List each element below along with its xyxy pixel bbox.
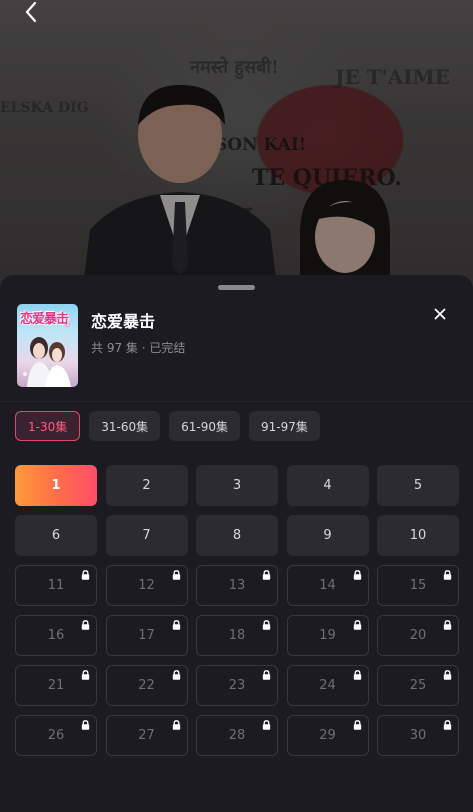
episode-button[interactable]: 9 [286,515,369,556]
episode-number: 15 [409,578,427,593]
episode-button[interactable]: 7 [105,515,188,556]
episode-number: 20 [409,628,427,643]
episode-button[interactable]: 6 [15,515,97,556]
lock-icon [172,720,180,730]
range-tab-1-30[interactable]: 1-30集 [15,411,81,441]
episode-button-locked[interactable]: 18 [196,615,278,656]
episode-button-locked[interactable]: 19 [286,615,369,656]
episode-number: 1 [51,478,61,493]
episode-number: 5 [413,478,423,493]
episode-button[interactable]: 5 [377,465,459,506]
episode-button-locked[interactable]: 12 [105,565,188,606]
drama-cover-image: 恋爱暴击 [17,304,78,387]
episode-button-locked[interactable]: 25 [377,665,459,706]
lock-icon [81,570,90,580]
episode-number: 23 [228,678,246,693]
episode-button-locked[interactable]: 11 [15,565,97,606]
episode-number: 18 [228,628,246,643]
lock-icon [172,620,180,630]
episode-number: 22 [138,678,155,693]
episode-number: 2 [142,478,151,493]
episode-number: 17 [138,628,155,643]
range-tab-31-60[interactable]: 31-60集 [89,411,161,441]
episode-number: 11 [47,578,65,593]
episode-button-locked[interactable]: 15 [377,565,459,606]
episode-number: 3 [232,478,242,493]
lock-icon [172,670,180,680]
episode-number: 26 [47,728,65,743]
lock-icon [262,620,271,630]
lock-icon [262,670,271,680]
range-tab-61-90[interactable]: 61-90集 [169,411,240,441]
lock-icon [353,620,361,630]
episode-button-locked[interactable]: 22 [105,665,188,706]
episode-button[interactable]: 4 [286,465,369,506]
episode-number: 12 [138,578,155,593]
episode-number: 25 [409,678,427,693]
episode-button-locked[interactable]: 20 [377,615,459,656]
lock-icon [353,670,361,680]
episode-number: 30 [409,728,427,743]
episode-button-locked[interactable]: 27 [105,715,188,756]
lock-icon [353,720,361,730]
episode-button-locked[interactable]: 30 [377,715,459,756]
video-dim-overlay [0,0,473,300]
episode-button-current[interactable]: 1 [15,465,97,506]
episode-button[interactable]: 8 [196,515,278,556]
episode-number: 28 [228,728,246,743]
lock-icon [262,720,271,730]
episode-range-tabs: 1-30集 31-60集 61-90集 91-97集 [15,411,320,441]
lock-icon [262,570,271,580]
episode-number: 19 [319,628,336,643]
episode-button-locked[interactable]: 16 [15,615,97,656]
lock-icon [81,670,90,680]
lock-icon [443,670,452,680]
episode-button-locked[interactable]: 23 [196,665,278,706]
chevron-left-icon [25,1,37,23]
episode-number: 7 [142,528,151,543]
episode-button-locked[interactable]: 13 [196,565,278,606]
episode-number: 8 [232,528,242,543]
video-frame: नमस्ते हुसबी! JE T'AIME ELSKA DIG SON KA… [0,0,473,300]
drama-title: 恋爱暴击 [91,312,156,331]
episode-number: 29 [319,728,336,743]
divider [0,401,473,402]
episode-number: 24 [319,678,336,693]
lock-icon [443,720,452,730]
cover-title-text: 恋爱暴击 [20,312,69,327]
episode-number: 4 [323,478,332,493]
sheet-drag-handle[interactable] [218,285,255,290]
episode-button-locked[interactable]: 28 [196,715,278,756]
episode-grid: 1 2 3 4 5 6 7 8 9 10 11 12 13 14 15 16 17 18 19 20 21 22 23 24 2… [15,465,459,756]
episode-button[interactable]: 3 [196,465,278,506]
episode-number: 9 [323,528,332,543]
close-icon [434,308,446,320]
lock-icon [443,620,452,630]
episode-number: 6 [51,528,61,543]
back-button[interactable] [18,0,46,28]
episode-button[interactable]: 2 [105,465,188,506]
episode-count-status: 共 97 集 · 已完结 [91,341,186,355]
episode-button-locked[interactable]: 26 [15,715,97,756]
episode-number: 27 [138,728,155,743]
lock-icon [172,570,180,580]
episode-number: 10 [409,528,427,543]
episode-number: 16 [47,628,65,643]
episode-number: 13 [228,578,246,593]
episode-button[interactable]: 10 [377,515,459,556]
episode-sheet: 恋爱暴击 恋爱暴击 共 97 集 · 已完结 1-30集 31-60集 61-9… [0,275,473,812]
lock-icon [353,570,361,580]
episode-number: 21 [47,678,65,693]
episode-button-locked[interactable]: 29 [286,715,369,756]
episode-button-locked[interactable]: 14 [286,565,369,606]
lock-icon [443,570,452,580]
episode-button-locked[interactable]: 24 [286,665,369,706]
episode-number: 14 [319,578,336,593]
episode-button-locked[interactable]: 17 [105,615,188,656]
lock-icon [81,620,90,630]
episode-button-locked[interactable]: 21 [15,665,97,706]
close-button[interactable] [428,302,452,326]
range-tab-91-97[interactable]: 91-97集 [249,411,320,441]
lock-icon [81,720,90,730]
